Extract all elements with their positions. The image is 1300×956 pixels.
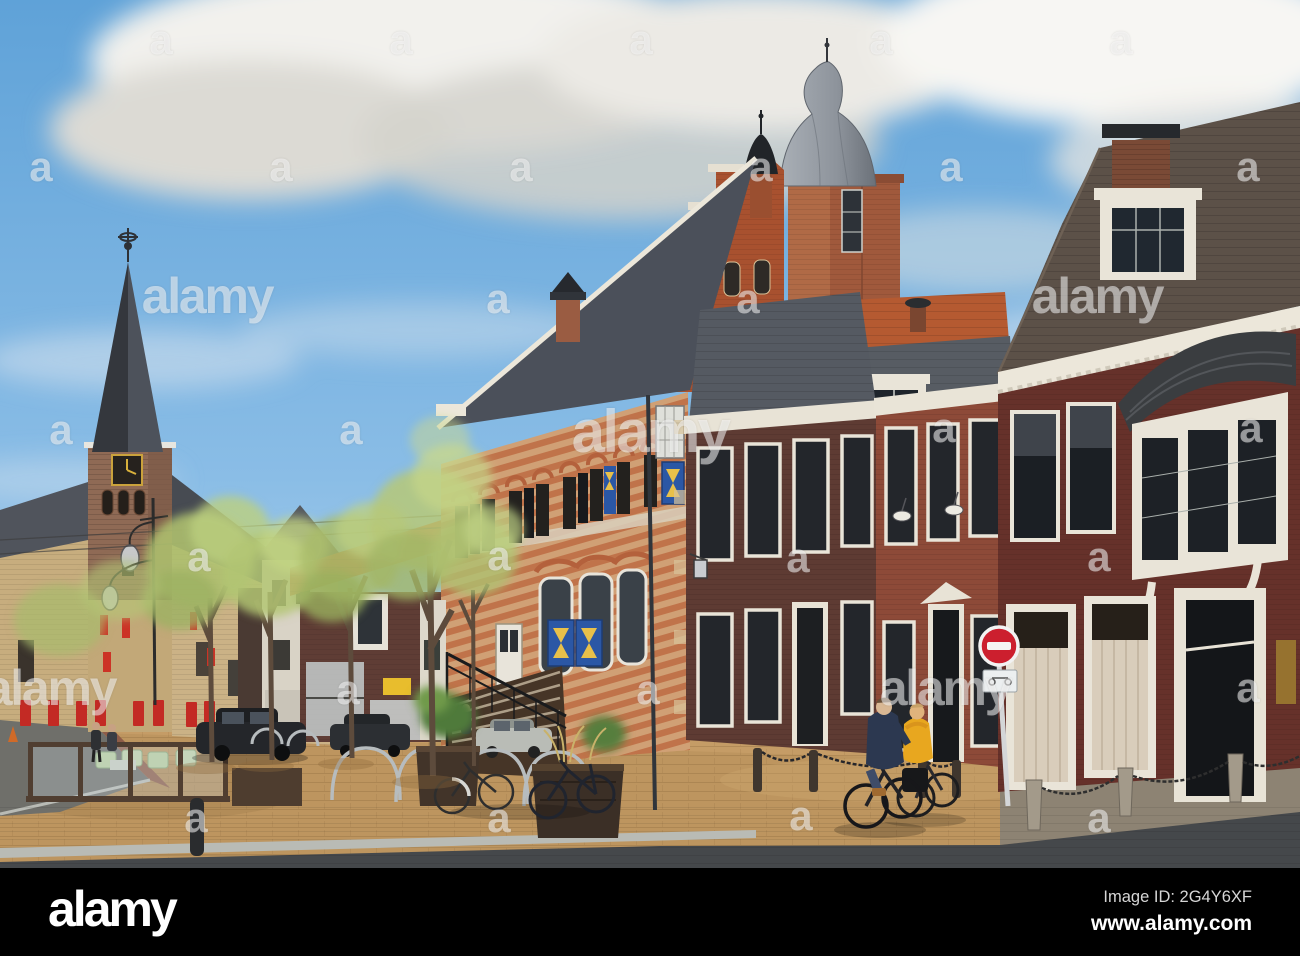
website-url: www.alamy.com — [1090, 912, 1252, 935]
tower-clock — [111, 454, 143, 486]
brass-plaque — [1276, 640, 1296, 704]
townhouse-b — [874, 382, 1012, 768]
black-shutter — [524, 488, 534, 538]
chimney — [1102, 124, 1180, 192]
photo — [0, 0, 1300, 868]
belfry-openings — [101, 489, 146, 516]
townhouse-a-door — [792, 602, 828, 746]
curtain-window — [1084, 596, 1156, 778]
foreground-bollard — [190, 798, 204, 856]
curtain-window — [1006, 604, 1076, 790]
turret-window — [841, 189, 863, 253]
image-id: Image ID: 2G4Y6XF — [1103, 888, 1252, 906]
footer-meta: Image ID: 2G4Y6XF www.alamy.com — [1091, 888, 1252, 936]
footer-bar: alamy Image ID: 2G4Y6XF www.alamy.com — [0, 868, 1300, 956]
townhouse-a — [684, 400, 880, 754]
stock-photo-page: aaaaaaaaaaaalamyaaalamyaaalamyaaaaaaalam… — [0, 0, 1300, 956]
street-scene — [0, 0, 1300, 868]
yellow-shop-sign — [383, 678, 411, 695]
black-shutter — [578, 473, 588, 523]
corner-house-door — [1174, 588, 1266, 802]
entrance-door — [495, 623, 523, 687]
roof-dormer — [1094, 188, 1202, 280]
alamy-logo: alamy — [48, 881, 178, 937]
sub-sign — [982, 669, 1018, 693]
terrace-planter — [232, 768, 302, 806]
